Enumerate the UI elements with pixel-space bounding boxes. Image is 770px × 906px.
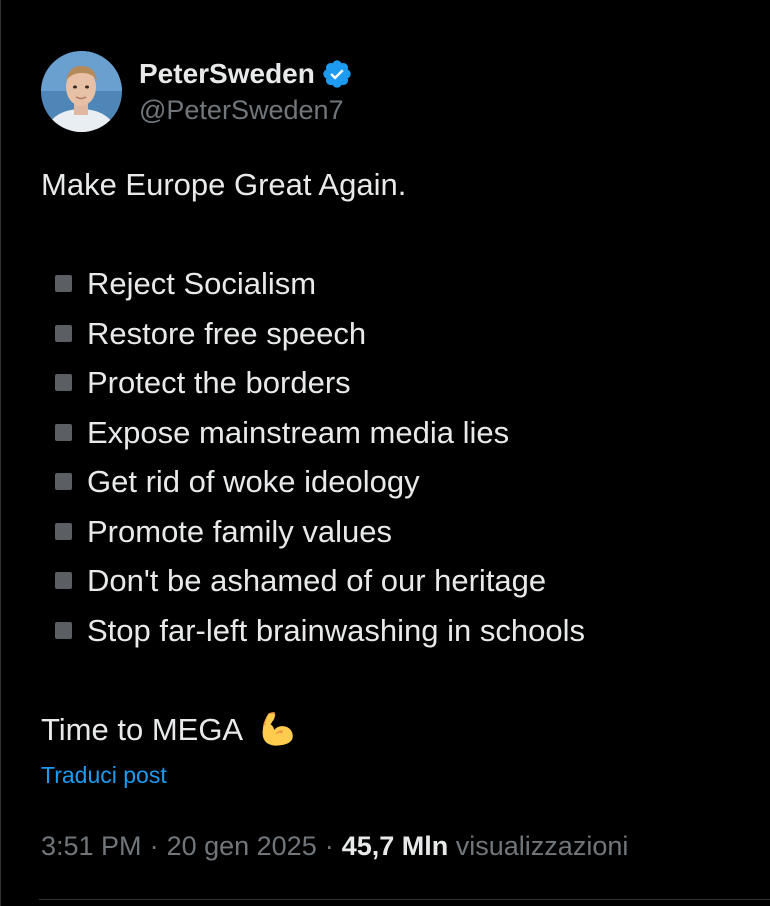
black-square-icon [55,522,72,540]
meta-separator: · [149,831,159,861]
list-item: Expose mainstream media lies [41,408,741,458]
list-item: Stop far-left brainwashing in schools [41,606,741,656]
black-square-icon [55,275,72,293]
outro-text: Time to MEGA [41,711,242,747]
list-item-text: Expose mainstream media lies [87,414,510,450]
black-square-icon [55,374,72,392]
translate-post-link[interactable]: Traduci post [41,758,167,792]
black-square-icon [55,621,72,639]
list-item: Promote family values [41,507,741,557]
profile-photo [41,51,122,132]
tweet-meta: 3:51 PM · 20 gen 2025 · 45,7 Mln visualizzaz… [41,826,628,866]
name-row: PeterSweden [139,57,353,91]
list-item: Restore free speech [41,309,741,359]
list-item-text: Restore free speech [87,315,367,351]
list-item-text: Don't be ashamed of our heritage [87,563,547,598]
divider [39,899,770,900]
list-item: Protect the borders [41,358,741,408]
list-item: Reject Socialism [41,259,741,309]
views-label: visualizzazioni [455,831,629,861]
list-item: Don't be ashamed of our heritage [41,556,741,606]
list-item-text: Protect the borders [87,365,351,400]
post-date[interactable]: 20 gen 2025 [167,831,317,861]
list-item: Get rid of woke ideology [41,457,741,507]
post-time[interactable]: 3:51 PM [41,831,142,861]
intro-line: Make Europe Great Again. [41,167,407,202]
list-item-text: Stop far-left brainwashing in schools [87,612,585,648]
tweet-header: PeterSweden @PeterSweden7 [41,51,353,132]
display-name[interactable]: PeterSweden [139,57,315,91]
author-names: PeterSweden @PeterSweden7 [139,57,353,127]
meta-separator: · [324,831,334,861]
handle[interactable]: @PeterSweden7 [139,93,353,127]
outro-line: Time to MEGA [41,705,741,755]
list-item-text: Reject Socialism [87,266,317,301]
tweet-card: PeterSweden @PeterSweden7 Make Europe Gr… [0,0,770,906]
black-square-icon [55,473,72,491]
verified-badge-icon[interactable] [321,58,353,90]
avatar[interactable] [41,51,122,132]
black-square-icon [55,423,72,441]
views-count[interactable]: 45,7 Mln [342,831,449,861]
flexed-biceps-emoji-icon [256,707,298,749]
black-square-icon [55,572,72,590]
list-item-text: Promote family values [87,513,392,549]
tweet-text: Make Europe Great Again. Reject Socialis… [41,160,741,754]
black-square-icon [55,324,72,342]
list-item-text: Get rid of woke ideology [87,464,420,499]
